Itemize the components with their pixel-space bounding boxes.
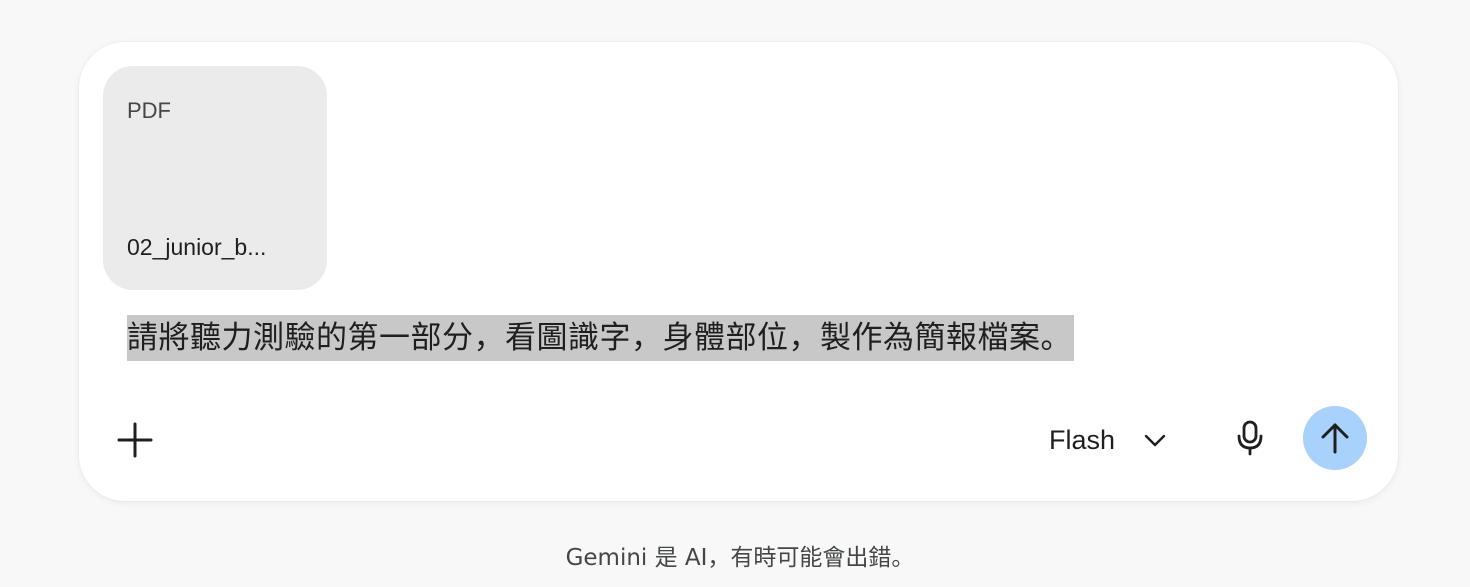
model-label: Flash (1049, 424, 1116, 455)
disclaimer-text: Gemini 是 AI，有時可能會出錯。 (565, 545, 915, 571)
microphone-button[interactable] (1224, 412, 1276, 464)
microphone-icon (1235, 420, 1265, 456)
pdf-attachment-card[interactable]: PDF 02_junior_b... (103, 66, 327, 290)
arrow-up-icon (1318, 421, 1352, 455)
prompt-input[interactable]: 請將聽力測驗的第一部分，看圖識字，身體部位，製作為簡報檔案。 (127, 315, 1367, 365)
model-selector[interactable]: Flash (1037, 414, 1177, 466)
send-button[interactable] (1303, 406, 1367, 470)
attachment-file-name: 02_junior_b... (127, 234, 267, 260)
attachment-type-label: PDF (127, 98, 171, 123)
plus-icon (117, 422, 153, 458)
prompt-text: 請將聽力測驗的第一部分，看圖識字，身體部位，製作為簡報檔案。 (127, 315, 1074, 361)
chevron-down-icon (1143, 428, 1167, 452)
prompt-composer: PDF 02_junior_b... 請將聽力測驗的第一部分，看圖識字，身體部位… (79, 42, 1398, 501)
add-button[interactable] (109, 414, 161, 466)
